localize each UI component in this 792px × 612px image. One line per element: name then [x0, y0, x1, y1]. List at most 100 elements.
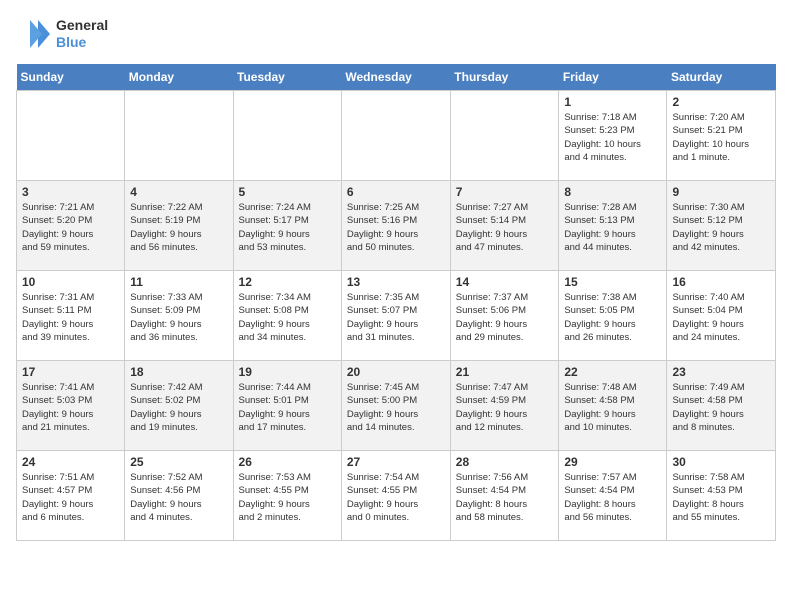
- day-number: 2: [672, 95, 770, 109]
- day-number: 12: [239, 275, 336, 289]
- weekday-header-tuesday: Tuesday: [233, 64, 341, 91]
- day-info: Sunrise: 7:18 AM Sunset: 5:23 PM Dayligh…: [564, 111, 661, 164]
- day-cell: 18 Sunrise: 7:42 AM Sunset: 5:02 PM Dayli…: [125, 361, 233, 451]
- day-info: Sunrise: 7:24 AM Sunset: 5:17 PM Dayligh…: [239, 201, 336, 254]
- day-cell: 6Sunrise: 7:25 AM Sunset: 5:16 PM Daylig…: [341, 181, 450, 271]
- day-number: 30: [672, 455, 770, 469]
- day-info: Sunrise: 7:45 AM Sunset: 5:00 PM Dayligh…: [347, 381, 445, 434]
- day-number: 22: [564, 365, 661, 379]
- day-info: Sunrise: 7:48 AM Sunset: 4:58 PM Dayligh…: [564, 381, 661, 434]
- day-info: Sunrise: 7:54 AM Sunset: 4:55 PM Dayligh…: [347, 471, 445, 524]
- day-number: 11: [130, 275, 227, 289]
- day-info: Sunrise: 7:40 AM Sunset: 5:04 PM Dayligh…: [672, 291, 770, 344]
- day-cell: 10 Sunrise: 7:31 AM Sunset: 5:11 PM Dayli…: [17, 271, 125, 361]
- logo-icon: [16, 16, 52, 52]
- day-number: 10: [22, 275, 119, 289]
- day-info: Sunrise: 7:56 AM Sunset: 4:54 PM Dayligh…: [456, 471, 554, 524]
- weekday-header-sunday: Sunday: [17, 64, 125, 91]
- weekday-header-wednesday: Wednesday: [341, 64, 450, 91]
- weekday-header-saturday: Saturday: [667, 64, 776, 91]
- day-cell: 22 Sunrise: 7:48 AM Sunset: 4:58 PM Dayli…: [559, 361, 667, 451]
- day-cell: 4 Sunrise: 7:22 AM Sunset: 5:19 PM Daylig…: [125, 181, 233, 271]
- week-row-3: 10 Sunrise: 7:31 AM Sunset: 5:11 PM Dayli…: [17, 271, 776, 361]
- day-cell: [450, 91, 559, 181]
- logo-text-blue: Blue: [56, 34, 108, 51]
- day-cell: 13Sunrise: 7:35 AM Sunset: 5:07 PM Dayli…: [341, 271, 450, 361]
- day-info: Sunrise: 7:42 AM Sunset: 5:02 PM Dayligh…: [130, 381, 227, 434]
- day-cell: 2 Sunrise: 7:20 AM Sunset: 5:21 PM Daylig…: [667, 91, 776, 181]
- day-cell: [125, 91, 233, 181]
- weekday-header-monday: Monday: [125, 64, 233, 91]
- day-cell: [17, 91, 125, 181]
- day-info: Sunrise: 7:33 AM Sunset: 5:09 PM Dayligh…: [130, 291, 227, 344]
- day-cell: 11 Sunrise: 7:33 AM Sunset: 5:09 PM Dayli…: [125, 271, 233, 361]
- day-number: 1: [564, 95, 661, 109]
- day-number: 23: [672, 365, 770, 379]
- day-info: Sunrise: 7:20 AM Sunset: 5:21 PM Dayligh…: [672, 111, 770, 164]
- day-info: Sunrise: 7:41 AM Sunset: 5:03 PM Dayligh…: [22, 381, 119, 434]
- day-cell: 8 Sunrise: 7:28 AM Sunset: 5:13 PM Daylig…: [559, 181, 667, 271]
- day-number: 15: [564, 275, 661, 289]
- day-cell: 12 Sunrise: 7:34 AM Sunset: 5:08 PM Dayli…: [233, 271, 341, 361]
- weekday-header-row: SundayMondayTuesdayWednesdayThursdayFrid…: [17, 64, 776, 91]
- day-cell: 19 Sunrise: 7:44 AM Sunset: 5:01 PM Dayli…: [233, 361, 341, 451]
- day-info: Sunrise: 7:49 AM Sunset: 4:58 PM Dayligh…: [672, 381, 770, 434]
- day-cell: 28 Sunrise: 7:56 AM Sunset: 4:54 PM Dayli…: [450, 451, 559, 541]
- calendar: SundayMondayTuesdayWednesdayThursdayFrid…: [16, 64, 776, 541]
- day-number: 18: [130, 365, 227, 379]
- day-cell: 5 Sunrise: 7:24 AM Sunset: 5:17 PM Daylig…: [233, 181, 341, 271]
- day-cell: 26 Sunrise: 7:53 AM Sunset: 4:55 PM Dayli…: [233, 451, 341, 541]
- day-info: Sunrise: 7:37 AM Sunset: 5:06 PM Dayligh…: [456, 291, 554, 344]
- day-number: 13: [347, 275, 445, 289]
- day-info: Sunrise: 7:22 AM Sunset: 5:19 PM Dayligh…: [130, 201, 227, 254]
- day-info: Sunrise: 7:44 AM Sunset: 5:01 PM Dayligh…: [239, 381, 336, 434]
- weekday-header-friday: Friday: [559, 64, 667, 91]
- day-cell: 17 Sunrise: 7:41 AM Sunset: 5:03 PM Dayli…: [17, 361, 125, 451]
- day-number: 27: [347, 455, 445, 469]
- day-cell: [233, 91, 341, 181]
- day-cell: 24Sunrise: 7:51 AM Sunset: 4:57 PM Dayli…: [17, 451, 125, 541]
- day-info: Sunrise: 7:34 AM Sunset: 5:08 PM Dayligh…: [239, 291, 336, 344]
- day-cell: 7 Sunrise: 7:27 AM Sunset: 5:14 PM Daylig…: [450, 181, 559, 271]
- day-number: 20: [347, 365, 445, 379]
- day-cell: 29 Sunrise: 7:57 AM Sunset: 4:54 PM Dayli…: [559, 451, 667, 541]
- week-row-1: 1 Sunrise: 7:18 AM Sunset: 5:23 PM Daylig…: [17, 91, 776, 181]
- day-number: 25: [130, 455, 227, 469]
- day-number: 26: [239, 455, 336, 469]
- day-number: 17: [22, 365, 119, 379]
- day-cell: 16 Sunrise: 7:40 AM Sunset: 5:04 PM Dayli…: [667, 271, 776, 361]
- day-cell: 9Sunrise: 7:30 AM Sunset: 5:12 PM Daylig…: [667, 181, 776, 271]
- day-info: Sunrise: 7:52 AM Sunset: 4:56 PM Dayligh…: [130, 471, 227, 524]
- day-number: 24: [22, 455, 119, 469]
- day-cell: 15 Sunrise: 7:38 AM Sunset: 5:05 PM Dayli…: [559, 271, 667, 361]
- day-cell: 1 Sunrise: 7:18 AM Sunset: 5:23 PM Daylig…: [559, 91, 667, 181]
- day-number: 28: [456, 455, 554, 469]
- day-info: Sunrise: 7:31 AM Sunset: 5:11 PM Dayligh…: [22, 291, 119, 344]
- day-number: 4: [130, 185, 227, 199]
- day-number: 5: [239, 185, 336, 199]
- day-info: Sunrise: 7:28 AM Sunset: 5:13 PM Dayligh…: [564, 201, 661, 254]
- day-cell: [341, 91, 450, 181]
- day-number: 21: [456, 365, 554, 379]
- day-number: 8: [564, 185, 661, 199]
- day-number: 29: [564, 455, 661, 469]
- day-info: Sunrise: 7:58 AM Sunset: 4:53 PM Dayligh…: [672, 471, 770, 524]
- day-info: Sunrise: 7:25 AM Sunset: 5:16 PM Dayligh…: [347, 201, 445, 254]
- day-info: Sunrise: 7:57 AM Sunset: 4:54 PM Dayligh…: [564, 471, 661, 524]
- logo: General Blue: [16, 16, 108, 52]
- day-info: Sunrise: 7:38 AM Sunset: 5:05 PM Dayligh…: [564, 291, 661, 344]
- day-cell: 20 Sunrise: 7:45 AM Sunset: 5:00 PM Dayli…: [341, 361, 450, 451]
- day-info: Sunrise: 7:27 AM Sunset: 5:14 PM Dayligh…: [456, 201, 554, 254]
- day-number: 3: [22, 185, 119, 199]
- day-number: 9: [672, 185, 770, 199]
- week-row-2: 3Sunrise: 7:21 AM Sunset: 5:20 PM Daylig…: [17, 181, 776, 271]
- day-number: 16: [672, 275, 770, 289]
- logo-text-general: General: [56, 17, 108, 34]
- week-row-4: 17 Sunrise: 7:41 AM Sunset: 5:03 PM Dayli…: [17, 361, 776, 451]
- day-number: 7: [456, 185, 554, 199]
- day-cell: 14Sunrise: 7:37 AM Sunset: 5:06 PM Dayli…: [450, 271, 559, 361]
- day-info: Sunrise: 7:47 AM Sunset: 4:59 PM Dayligh…: [456, 381, 554, 434]
- day-info: Sunrise: 7:53 AM Sunset: 4:55 PM Dayligh…: [239, 471, 336, 524]
- day-cell: 30 Sunrise: 7:58 AM Sunset: 4:53 PM Dayli…: [667, 451, 776, 541]
- day-number: 19: [239, 365, 336, 379]
